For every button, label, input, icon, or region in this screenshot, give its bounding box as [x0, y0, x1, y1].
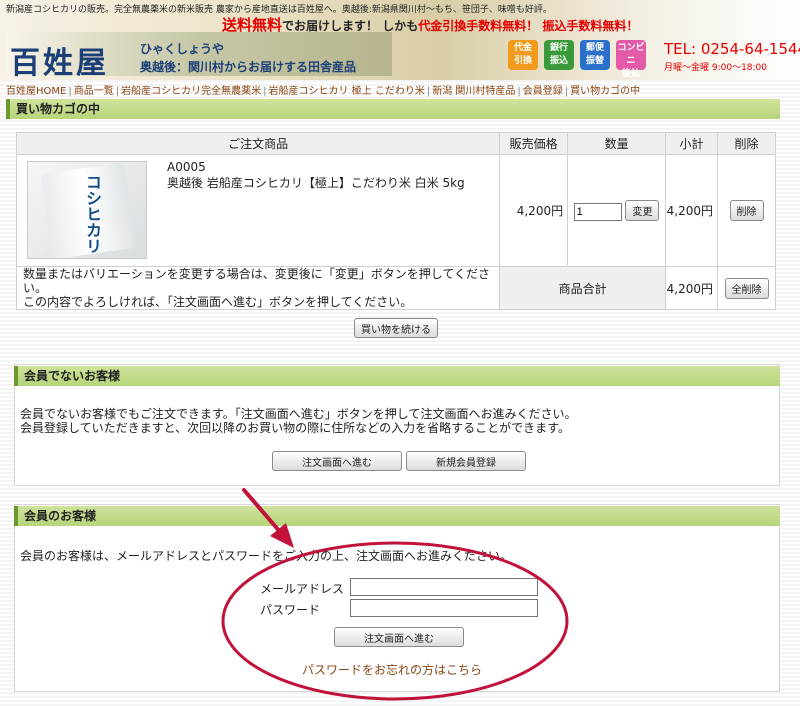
nav-cart[interactable]: 買い物カゴの中 — [570, 86, 640, 97]
email-field[interactable] — [350, 578, 538, 596]
delete-cell: 削除 — [717, 154, 776, 267]
logo-kana: ひゃくしょうや — [140, 42, 225, 56]
payment-badge-label: 郵便 — [585, 43, 604, 53]
cart-item-row: コシヒカリ A0005 奥越後 岩船産コシヒカリ【極上】こだわり米 白米 5kg… — [15, 154, 776, 267]
payment-badge-label: 銀行 — [549, 43, 568, 53]
col-delete: 削除 — [717, 132, 776, 155]
payment-badge-label: 引換 — [513, 56, 532, 66]
nav-organic-rice[interactable]: 岩船産コシヒカリ完全無農薬米 — [121, 86, 261, 97]
guest-order-button[interactable]: 注文画面へ進む — [272, 451, 402, 471]
product-image-label: コシヒカリ — [83, 174, 102, 254]
payment-badge-label: コンビニ — [617, 43, 645, 66]
qty-cell: 変更 — [567, 154, 667, 267]
password-label: パスワード — [260, 603, 321, 617]
member-instruction: 会員のお客様は、メールアドレスとパスワードをご入力の上、注文画面へお進みください… — [20, 549, 513, 563]
breadcrumb-nav: 百姓屋HOME | 商品一覧 | 岩船産コシヒカリ完全無農薬米 | 岩船産コシヒカリ 極上 … — [6, 86, 641, 97]
promo-rest: 代金引換手数料無料！ 振込手数料無料！ — [418, 19, 639, 33]
cart-table: ご注文商品 販売価格 数量 小計 削除 コシヒカリ A0005 奥越後 岩船産コ… — [15, 132, 776, 310]
promo-mid: でお届けします！ しかも — [282, 19, 419, 33]
business-hours: 月曜〜金曜 9:00〜18:00 — [664, 63, 768, 73]
payment-badge-label: 後払 — [621, 69, 640, 79]
cart-total: 4,200円 — [665, 266, 719, 310]
nav-specialties[interactable]: 新潟 関川村特産品 — [432, 86, 515, 97]
bank-transfer-badge: 銀行 振込 — [544, 40, 574, 70]
postal-transfer-badge: 郵便 振替 — [580, 40, 610, 70]
guest-section-title: 会員でないお客様 — [14, 366, 780, 386]
quantity-input[interactable] — [573, 203, 622, 221]
cart-note-line1: 数量またはバリエーションを変更する場合は、変更後に「変更」ボタンを押してください… — [23, 267, 491, 295]
product-cell: コシヒカリ A0005 奥越後 岩船産コシヒカリ【極上】こだわり米 白米 5kg — [15, 154, 501, 267]
total-label: 商品合計 — [499, 266, 667, 310]
nav-products[interactable]: 商品一覧 — [74, 86, 114, 97]
payment-badge-label: 振込 — [549, 56, 568, 66]
logo-subtitle: 奥越後：関川村からお届けする田舎産品 — [140, 60, 357, 74]
col-price: 販売価格 — [499, 132, 569, 155]
product-name[interactable]: 奥越後 岩船産コシヒカリ【極上】こだわり米 白米 5kg — [167, 174, 465, 191]
convenience-store-badge: コンビニ 後払 — [616, 40, 646, 79]
payment-badge-label: 振替 — [585, 56, 604, 66]
delete-all-cell: 全削除 — [717, 266, 776, 310]
change-qty-button[interactable]: 変更 — [625, 200, 660, 221]
cart-section-title: 買い物カゴの中 — [6, 99, 780, 119]
cart-header-row: ご注文商品 販売価格 数量 小計 削除 — [15, 132, 776, 155]
continue-shopping-button[interactable]: 買い物を続ける — [354, 318, 438, 338]
product-code: A0005 — [167, 160, 206, 174]
member-section-title: 会員のお客様 — [14, 506, 780, 526]
item-price: 4,200円 — [499, 154, 569, 267]
nav-home[interactable]: 百姓屋HOME — [6, 86, 66, 97]
password-field[interactable] — [350, 599, 538, 617]
phone-number: TEL: 0254-64-1544 — [664, 40, 800, 58]
email-label: メールアドレス — [260, 582, 345, 596]
site-logo[interactable]: 百姓屋 — [10, 38, 109, 80]
col-product: ご注文商品 — [15, 132, 501, 155]
cart-total-row: 数量またはバリエーションを変更する場合は、変更後に「変更」ボタンを押してください… — [15, 266, 776, 310]
item-subtotal: 4,200円 — [665, 154, 719, 267]
forgot-password-link[interactable]: パスワードをお忘れの方はこちら — [302, 661, 482, 678]
delete-all-button[interactable]: 全削除 — [724, 277, 769, 299]
member-order-button[interactable]: 注文画面へ進む — [334, 627, 464, 647]
cart-note: 数量またはバリエーションを変更する場合は、変更後に「変更」ボタンを押してください… — [15, 266, 501, 310]
new-member-register-button[interactable]: 新規会員登録 — [406, 451, 526, 471]
col-qty: 数量 — [567, 132, 667, 155]
cart-note-line2: この内容でよろしければ、「注文画面へ進む」ボタンを押してください。 — [23, 295, 413, 309]
cod-payment-badge: 代金 引換 — [508, 40, 538, 70]
col-subtotal: 小計 — [665, 132, 719, 155]
payment-badge-label: 代金 — [513, 43, 532, 53]
nav-register[interactable]: 会員登録 — [523, 86, 563, 97]
product-image[interactable]: コシヒカリ — [27, 161, 147, 259]
nav-premium-rice[interactable]: 岩船産コシヒカリ 極上 こだわり米 — [268, 86, 424, 97]
guest-text-line2: 会員登録していただきますと、次回以降のお買い物の際に住所などの入力を省略すること… — [20, 421, 570, 435]
site-header: 新潟産コシヒカリの販売。完全無農薬米の新米販売 農家から産地直送は百姓屋へ。奥越… — [0, 0, 800, 80]
delete-item-button[interactable]: 削除 — [729, 200, 764, 221]
